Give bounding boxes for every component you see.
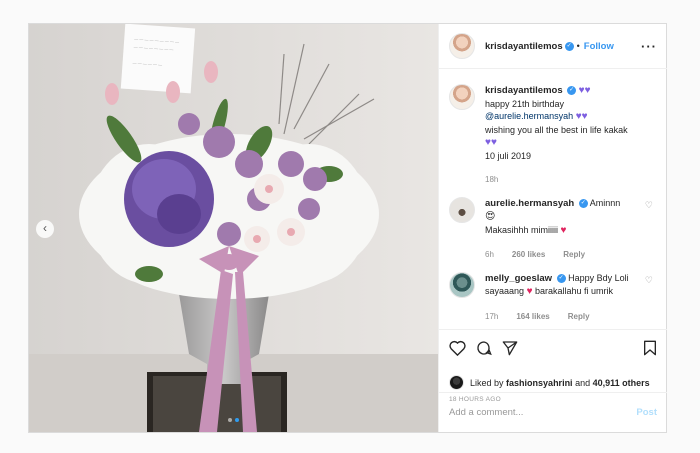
- liked-by: Liked by fashionsyahrini and 40,911 othe…: [449, 375, 650, 390]
- post-comment-button[interactable]: Post: [636, 407, 657, 418]
- verified-badge-icon: ✓: [564, 41, 574, 51]
- comment-input[interactable]: [449, 407, 637, 418]
- caption-meta: 18h: [485, 174, 657, 187]
- purple-heart-icon: ♥♥: [575, 111, 588, 122]
- caption-line-1: happy 21th birthday: [485, 98, 565, 109]
- caption-avatar[interactable]: [449, 84, 475, 110]
- red-heart-icon: ♥: [526, 286, 533, 297]
- commenter-avatar[interactable]: [449, 196, 475, 223]
- comment-time: 17h: [485, 311, 499, 321]
- comments-section: krisdayantilemos ✓ ♥♥ happy 21th birthda…: [439, 70, 667, 340]
- like-heart-icon[interactable]: [449, 340, 466, 356]
- instagram-post: — — — — — — — — — — — — — — — — — — — — …: [28, 23, 667, 433]
- smiling-face-hearts-icon: 😍: [485, 211, 496, 222]
- red-heart-icon: ♥: [560, 224, 567, 236]
- comment-username[interactable]: aurelie.hermansyah: [485, 198, 574, 209]
- liked-by-conj: and: [575, 377, 591, 388]
- comment-meta: 17h 164 likes Reply: [485, 311, 657, 324]
- chevron-left-icon: ‹: [43, 221, 47, 235]
- carousel-dot-active: [235, 418, 239, 422]
- comment-likes[interactable]: 260 likes: [512, 249, 545, 262]
- caption-time: 18h: [485, 175, 499, 184]
- caption-mention-link[interactable]: @aurelie.hermansyah: [485, 111, 573, 121]
- reply-button[interactable]: Reply: [568, 311, 590, 324]
- verified-badge-icon: ✓: [567, 86, 577, 96]
- follow-button[interactable]: Follow: [584, 41, 614, 52]
- share-send-icon[interactable]: [502, 340, 518, 356]
- comment-time: 6h: [485, 250, 494, 259]
- comment-like-heart-icon[interactable]: ♡: [645, 200, 653, 211]
- liker-avatar[interactable]: [449, 375, 464, 390]
- post-image[interactable]: — — — — — — — — — — — — — — — — — — — — …: [29, 24, 438, 432]
- liked-by-user[interactable]: fashionsyahrini: [506, 378, 573, 388]
- caption-line-3: wishing you all the best in life kakak: [485, 124, 628, 135]
- carousel-dots: [228, 418, 239, 422]
- more-options-icon[interactable]: ···: [641, 39, 657, 54]
- comment-likes[interactable]: 164 likes: [516, 311, 549, 324]
- comment-text: Aminnn: [589, 197, 621, 208]
- liked-by-others[interactable]: 40,911 others: [593, 378, 650, 388]
- verified-badge-icon: ✓: [556, 273, 566, 283]
- post-header: krisdayantilemos ✓ • Follow ···: [439, 24, 667, 69]
- comment-meta: 6h 260 likes Reply: [485, 249, 657, 262]
- liked-by-prefix: Liked by: [470, 377, 504, 388]
- comment-item: melly_goeslaw ✓ Happy Bdy Loli sayaaang …: [449, 271, 657, 324]
- verified-badge-icon: ✓: [578, 198, 588, 208]
- author-avatar[interactable]: [449, 33, 475, 59]
- caption: krisdayantilemos ✓ ♥♥ happy 21th birthda…: [449, 84, 657, 187]
- flower-arrangement-photo: — — — — — — — — — — — — — — — — — — — — …: [29, 24, 438, 432]
- author-username[interactable]: krisdayantilemos: [485, 41, 563, 52]
- comment-username[interactable]: melly_goeslaw: [485, 273, 552, 284]
- save-bookmark-icon[interactable]: [643, 340, 657, 356]
- comment-text-2: Makasihhh mimiiiii: [485, 224, 559, 235]
- comment-text-2: barakallahu fi umrik: [535, 286, 614, 296]
- caption-username[interactable]: krisdayantilemos: [485, 85, 563, 96]
- add-comment-bar: Post: [439, 392, 667, 432]
- comment-bubble-icon[interactable]: [476, 340, 492, 356]
- purple-heart-icon: ♥♥: [578, 85, 591, 96]
- carousel-dot: [228, 418, 232, 422]
- caption-date: 10 juli 2019: [485, 150, 532, 161]
- carousel-prev-button[interactable]: ‹: [36, 220, 54, 238]
- reply-button[interactable]: Reply: [563, 249, 585, 262]
- commenter-avatar[interactable]: [449, 271, 475, 298]
- comment-item: aurelie.hermansyah ✓ Aminnn 😍 Makasihhh …: [449, 196, 657, 262]
- comment-like-heart-icon[interactable]: ♡: [645, 275, 653, 286]
- action-bar: [439, 329, 667, 365]
- purple-heart-icon: ♥♥: [485, 137, 497, 148]
- post-sidebar: krisdayantilemos ✓ • Follow ··· krisdaya…: [438, 24, 667, 432]
